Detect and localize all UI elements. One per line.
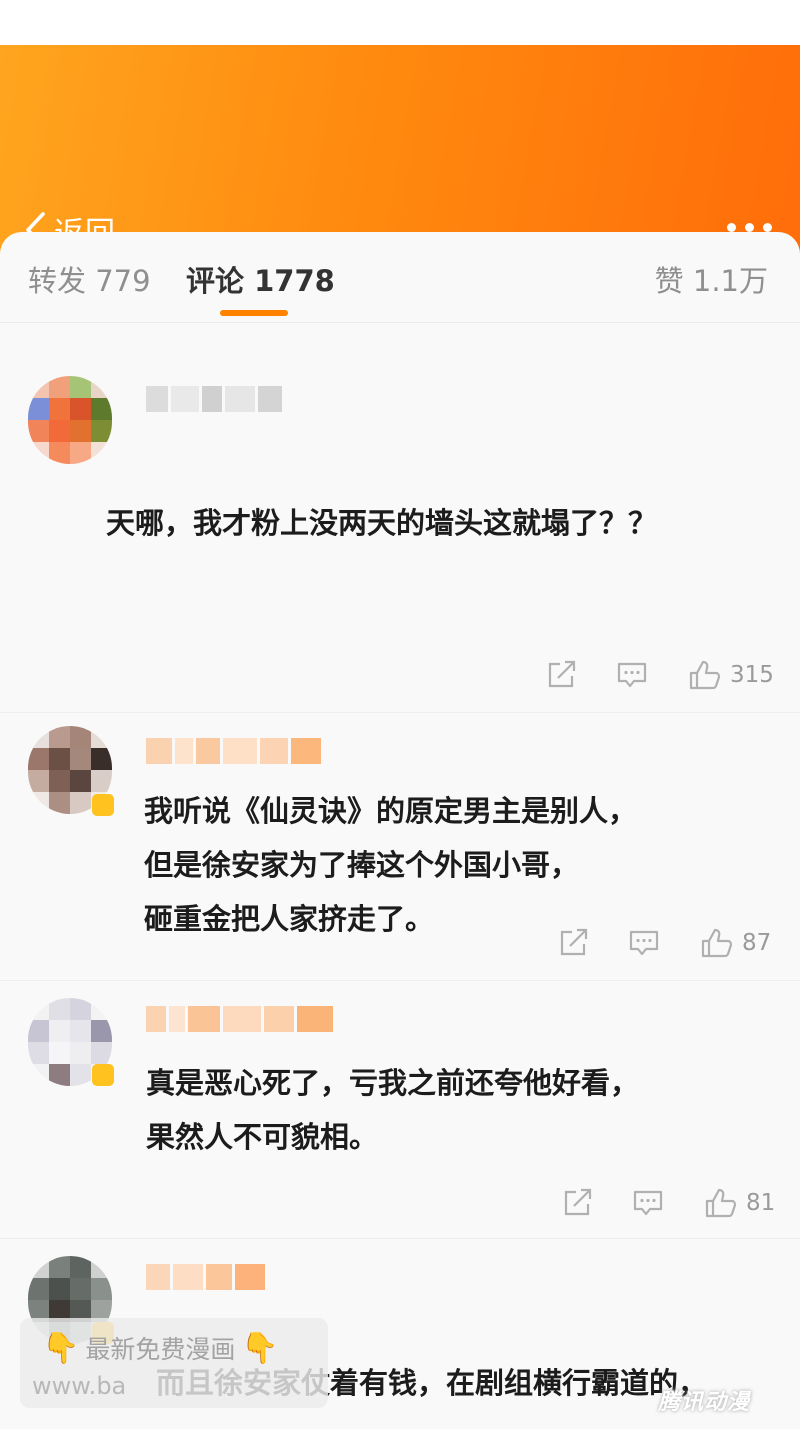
divider	[0, 1238, 800, 1239]
share-icon[interactable]	[558, 928, 590, 958]
username-blurred[interactable]	[146, 1006, 333, 1032]
like-icon[interactable]	[700, 927, 734, 959]
username-blurred[interactable]	[146, 386, 282, 412]
share-icon[interactable]	[562, 1188, 594, 1218]
status-bar-area	[0, 0, 800, 45]
username-blurred[interactable]	[146, 738, 321, 764]
divider	[0, 980, 800, 981]
header-bar: 返回	[0, 45, 800, 260]
comment-icon[interactable]	[616, 660, 648, 690]
comment-text: 我听说《仙灵诀》的原定男主是别人， 但是徐安家为了捧这个外国小哥， 砸重金把人家…	[144, 794, 638, 936]
watermark-box: 👇 最新免费漫画 👇 www.ba	[20, 1318, 328, 1408]
like-icon[interactable]	[688, 659, 722, 691]
comment-actions: 81	[562, 1186, 775, 1220]
comment-text: 天哪，我才粉上没两天的墙头这就塌了？？	[106, 506, 658, 540]
watermark-line-2: www.ba	[32, 1372, 127, 1400]
share-icon[interactable]	[546, 660, 578, 690]
active-tab-indicator	[220, 310, 288, 316]
divider	[0, 712, 800, 713]
username-blurred[interactable]	[146, 1264, 265, 1290]
watermark-line-1: 最新免费漫画	[85, 1335, 236, 1364]
comment-actions: 315	[546, 658, 774, 692]
comment-text: 真是恶心死了，亏我之前还夸他好看， 果然人不可貌相。	[146, 1066, 640, 1154]
like-count: 81	[746, 1190, 776, 1216]
avatar[interactable]	[28, 376, 112, 464]
tab-bar: 转发 779 评论 1778 赞 1.1万	[0, 232, 800, 323]
comment-icon[interactable]	[628, 928, 660, 958]
brand-logo: 腾讯动漫	[658, 1390, 751, 1415]
vip-badge	[92, 1064, 114, 1086]
like-count: 87	[742, 930, 772, 956]
comment-icon[interactable]	[632, 1188, 664, 1218]
more-dots-icon[interactable]	[727, 223, 772, 232]
tab-comments[interactable]: 评论 1778	[186, 258, 335, 300]
vip-badge	[92, 794, 114, 816]
like-count: 315	[730, 662, 774, 688]
hand-point-down-icon: 👇	[241, 1330, 279, 1366]
tab-likes[interactable]: 赞 1.1万	[655, 258, 768, 300]
tab-reposts[interactable]: 转发 779	[28, 258, 151, 300]
comment-actions: 87	[558, 926, 771, 960]
hand-point-down-icon: 👇	[42, 1330, 80, 1366]
like-icon[interactable]	[704, 1187, 738, 1219]
